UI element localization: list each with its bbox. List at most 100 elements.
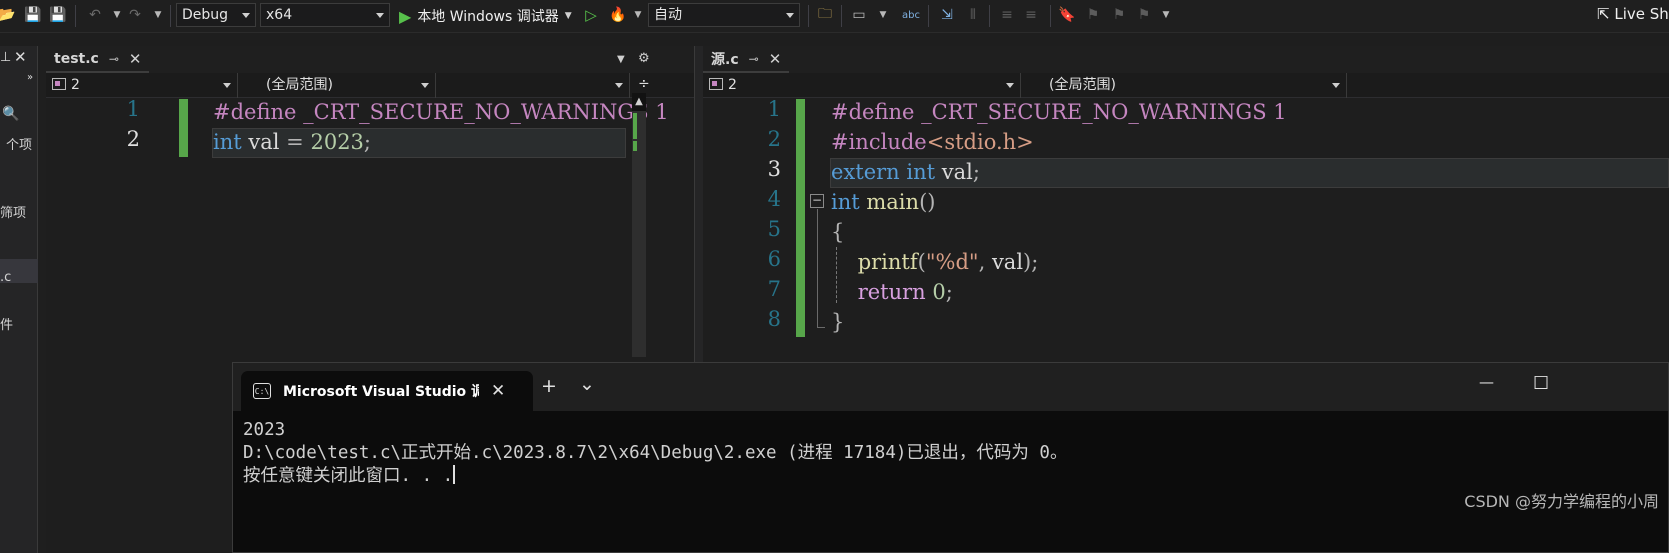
tab-dropdown-button[interactable]: ⌄ <box>579 373 595 395</box>
vertical-scrollbar[interactable]: ▲ <box>632 93 646 357</box>
chevron-down-icon <box>615 83 623 88</box>
configuration-select[interactable]: Debug <box>176 3 256 27</box>
scope-select[interactable]: (全局范围) <box>238 73 436 98</box>
minimize-button[interactable]: — <box>1479 373 1494 391</box>
solution-config-value: 自动 <box>654 7 682 23</box>
pin-icon[interactable]: ⊸ <box>749 52 759 66</box>
prev-bookmark-icon[interactable]: ⚑ <box>1082 4 1104 26</box>
hot-reload-icon[interactable]: 🔥 <box>607 4 629 26</box>
macro-name: _CRT_SECURE_NO_WARNINGS <box>921 100 1267 124</box>
navigation-bar: 2 (全局范围) ÷ <box>46 73 694 98</box>
pin-icon[interactable]: ⊥ <box>0 50 11 65</box>
tab-source-c[interactable]: 源.c ⊸ ✕ <box>703 46 790 73</box>
member-select[interactable] <box>436 73 630 98</box>
line-number: 2 <box>767 127 781 151</box>
chevron-down-icon <box>421 83 429 88</box>
punctuation: ); <box>1023 250 1039 274</box>
sidebar-item-label[interactable]: .c <box>0 270 11 285</box>
collapse-icon[interactable]: − <box>810 194 824 208</box>
play-icon: ▶ <box>399 6 412 26</box>
share-icon: ⇱ <box>1597 5 1610 23</box>
start-without-debugging-icon[interactable]: ▷ <box>580 4 602 26</box>
storage-keyword: extern <box>831 160 900 184</box>
number-literal: 2023 <box>310 130 364 154</box>
tab-dropdown-icon[interactable]: ▼ <box>617 54 625 65</box>
brace: { <box>831 220 845 244</box>
navigation-bar: 2 (全局范围) <box>703 73 1669 98</box>
spell-check-icon[interactable]: abc <box>900 4 922 26</box>
chevron-down-icon <box>242 13 250 18</box>
code-line: return 0; <box>831 277 953 307</box>
punctuation: ( <box>917 250 926 274</box>
step-icon[interactable]: ⇲ <box>936 4 958 26</box>
outdent-icon[interactable]: ≡ <box>996 4 1018 26</box>
toolbar-separator <box>928 5 929 27</box>
console-output-line: 2023 <box>243 420 286 440</box>
gear-icon[interactable]: ⚙ <box>638 51 650 66</box>
indent-icon[interactable]: ≡ <box>1020 4 1042 26</box>
solution-config-select[interactable]: 自动 <box>648 3 800 27</box>
punctuation: ; <box>945 280 953 304</box>
break-icon[interactable]: ⫴ <box>962 4 984 26</box>
redo-icon[interactable]: ↷ <box>124 4 146 26</box>
watermark-text: CSDN @努力学编程的小周 <box>1464 492 1659 511</box>
window-layout-icon[interactable]: ▭ <box>848 4 870 26</box>
line-number: 5 <box>767 217 781 241</box>
close-icon[interactable]: ✕ <box>14 48 27 66</box>
change-indicator <box>179 99 188 157</box>
console-tab[interactable]: C:\ Microsoft Visual Studio 调试控 ✕ <box>241 371 533 411</box>
scope-value: (全局范围) <box>1049 77 1116 93</box>
panel-splitter[interactable] <box>38 46 46 553</box>
open-folder-icon[interactable]: 📂 <box>0 4 18 26</box>
hot-reload-dropdown-icon[interactable]: ▼ <box>627 4 649 26</box>
close-icon[interactable]: ✕ <box>769 50 782 68</box>
macro-value: 1 <box>655 100 669 124</box>
maximize-button[interactable]: ☐ <box>1533 373 1549 394</box>
chevron-down-icon: ▼ <box>564 11 572 21</box>
toolbar-overflow-icon[interactable]: ▼ <box>1155 4 1177 26</box>
tab-title: test.c <box>54 50 99 67</box>
search-icon[interactable]: 🔍 <box>2 106 19 122</box>
split-window-icon[interactable]: ÷ <box>638 76 650 92</box>
save-icon[interactable]: 💾 <box>22 4 44 26</box>
pin-icon[interactable]: ⊸ <box>109 52 119 66</box>
scope-select[interactable]: (全局范围) <box>1021 73 1347 98</box>
close-icon[interactable]: ✕ <box>491 381 505 401</box>
project-select[interactable]: 2 <box>46 73 238 98</box>
type-keyword: int <box>831 190 860 214</box>
project-icon <box>52 78 66 90</box>
tab-test-c[interactable]: test.c ⊸ ✕ <box>46 46 150 73</box>
change-marker <box>633 141 637 151</box>
bookmark-icon[interactable]: 🔖 <box>1056 4 1078 26</box>
platform-select[interactable]: x64 <box>260 3 390 27</box>
live-share-button[interactable]: ⇱ Live Sh <box>1597 5 1669 23</box>
chevron-down-icon <box>1332 83 1340 88</box>
line-number: 1 <box>767 97 781 121</box>
punctuation: , <box>978 250 986 274</box>
sidebar-item-label: 个项 <box>6 138 33 153</box>
identifier: val <box>941 160 973 184</box>
code-line: #include<stdio.h> <box>831 127 1034 157</box>
toolbar-separator <box>170 5 171 27</box>
save-all-icon[interactable]: 💾 <box>47 4 69 26</box>
operator: = <box>286 130 304 154</box>
code-line: #define _CRT_SECURE_NO_WARNINGS 1 <box>213 97 669 127</box>
undo-icon[interactable]: ↶ <box>84 4 106 26</box>
folder-search-icon[interactable]: 🗀 <box>814 4 836 26</box>
preprocessor-directive: #define <box>831 100 915 124</box>
console-output-line: 按任意键关闭此窗口. . . <box>243 465 1067 488</box>
scroll-up-arrow-icon[interactable]: ▲ <box>632 93 646 111</box>
project-select[interactable]: 2 <box>703 73 1021 98</box>
close-icon[interactable]: ✕ <box>129 50 142 68</box>
start-debugging-button[interactable]: ▶ 本地 Windows 调试器 ▼ <box>399 5 572 27</box>
type-keyword: int <box>906 160 936 184</box>
clear-bookmarks-icon[interactable]: ⚑ <box>1133 4 1155 26</box>
punctuation: ; <box>972 160 980 184</box>
console-output[interactable]: 2023 D:\code\test.c\正式开始.c\2023.8.7\2\x64… <box>243 419 1067 488</box>
redo-dropdown-icon[interactable]: ▼ <box>147 4 169 26</box>
sidebar-item-label[interactable]: 件 <box>0 314 13 333</box>
layout-dropdown-icon[interactable]: ▼ <box>872 4 894 26</box>
next-bookmark-icon[interactable]: ⚑ <box>1108 4 1130 26</box>
new-tab-button[interactable]: + <box>541 375 557 397</box>
overflow-icon[interactable]: » <box>27 72 33 83</box>
